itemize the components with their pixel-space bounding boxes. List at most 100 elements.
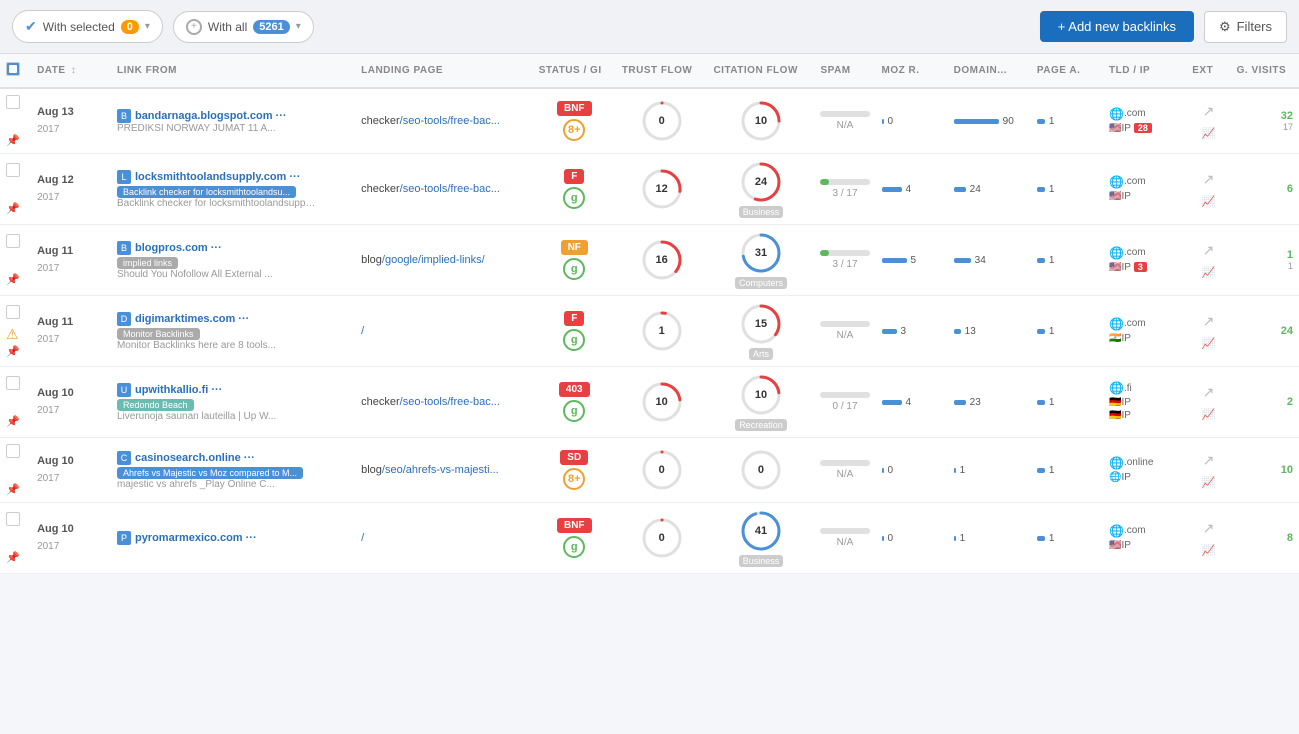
status-badge: F (564, 169, 584, 184)
external-link-icon[interactable]: ↗ (1203, 520, 1215, 536)
tld-ip-cell: 🌐 .com 🇺🇸 IP 28 (1103, 88, 1186, 154)
table-row: 📌 Aug 11 2017 B blogpros.com ··· implied… (0, 225, 1299, 296)
external-link-icon[interactable]: ↗ (1203, 171, 1215, 187)
link-domain[interactable]: locksmithtoolandsupply.com ··· (135, 171, 300, 183)
row-checkbox[interactable] (6, 163, 20, 177)
link-domain[interactable]: pyromarmexico.com ··· (135, 532, 257, 544)
visits-sub-value: 1 (1237, 261, 1293, 271)
row-checkbox[interactable] (6, 234, 20, 248)
ip-label: IP (1121, 191, 1130, 202)
external-link-icon[interactable]: ↗ (1203, 242, 1215, 258)
col-header-spam: SPAM (814, 54, 875, 88)
chart-icon: 📈 (1202, 267, 1216, 279)
citation-flow-cell: 15 Arts (707, 296, 814, 367)
link-domain[interactable]: casinosearch.online ··· (135, 452, 255, 464)
link-tag: Ahrefs vs Majestic vs Moz compared to M.… (117, 467, 303, 479)
citation-flow-cell: 24 Business (707, 154, 814, 225)
row-checkbox[interactable] (6, 376, 20, 390)
landing-prefix: checker (361, 183, 400, 195)
chart-icon: 📈 (1202, 477, 1216, 489)
with-selected-button[interactable]: ✔ With selected 0 ▾ (12, 10, 163, 43)
link-from-cell: B blogpros.com ··· implied links Should … (111, 225, 355, 296)
citation-flow-value: 31 (755, 247, 767, 259)
row-checkbox[interactable] (6, 444, 20, 458)
trust-flow-value: 10 (656, 396, 668, 408)
row-checkbox-cell: 📌 (0, 367, 31, 438)
link-anchor: Backlink checker for locksmithtoolandsup… (117, 198, 317, 209)
external-link-icon[interactable]: ↗ (1203, 384, 1215, 400)
google-index-icon: g (563, 536, 585, 558)
link-domain[interactable]: digimarktimes.com ··· (135, 313, 249, 325)
sliders-icon: ⚙ (1219, 19, 1231, 35)
status-badge: SD (560, 450, 588, 465)
ext-cell: ↗ 📈 (1186, 296, 1230, 367)
link-anchor: Should You Nofollow All External ... (117, 269, 317, 280)
add-backlinks-button[interactable]: + Add new backlinks (1040, 11, 1194, 42)
chevron-down-icon: ▾ (296, 21, 301, 32)
spam-value: N/A (820, 330, 869, 341)
flag-icon: 🇺🇸 (1109, 123, 1121, 134)
landing-page-cell: / (355, 296, 533, 367)
row-checkbox[interactable] (6, 95, 20, 109)
citation-flow-value: 24 (755, 176, 767, 188)
col-header-date[interactable]: DATE ↕ (31, 54, 111, 88)
citation-flow-cell: 10 (707, 88, 814, 154)
col-header-landing: LANDING PAGE (355, 54, 533, 88)
site-favicon: B (117, 109, 131, 123)
domain-authority-cell: 1 (948, 503, 1031, 574)
link-anchor: majestic vs ahrefs _Play Online C... (117, 479, 317, 490)
link-domain[interactable]: bandarnaga.blogspot.com ··· (135, 110, 287, 122)
table-row: 📌 Aug 10 2017 P pyromarmexico.com ··· / … (0, 503, 1299, 574)
ip-count-badge: 3 (1134, 262, 1147, 272)
spam-value: N/A (820, 120, 869, 131)
ip-label: IP (1121, 397, 1130, 408)
ext-cell: ↗ 📈 (1186, 438, 1230, 503)
filters-label: Filters (1237, 19, 1272, 34)
google-index-icon: g (563, 400, 585, 422)
external-link-icon[interactable]: ↗ (1203, 313, 1215, 329)
tld-ip-cell: 🌐 .com 🇺🇸 IP (1103, 503, 1186, 574)
spam-cell: N/A (814, 438, 875, 503)
landing-path[interactable]: /seo/ahrefs-vs-majesti... (382, 464, 499, 476)
row-checkbox[interactable] (6, 512, 20, 526)
landing-page-cell: checker/seo-tools/free-bac... (355, 367, 533, 438)
landing-path[interactable]: /seo-tools/free-bac... (400, 396, 500, 408)
domain-authority-cell: 90 (948, 88, 1031, 154)
row-checkbox[interactable] (6, 305, 20, 319)
ip-count-badge: 28 (1134, 123, 1152, 133)
pin-icon: 📌 (6, 274, 20, 286)
landing-page-cell: blog/google/implied-links/ (355, 225, 533, 296)
status-badge: F (564, 311, 584, 326)
landing-path[interactable]: /seo-tools/free-bac... (400, 115, 500, 127)
landing-path[interactable]: / (361, 325, 364, 337)
tld-value: .com (1124, 318, 1146, 329)
trust-flow-value: 0 (659, 532, 665, 544)
page-authority-cell: 1 (1031, 225, 1103, 296)
landing-path[interactable]: / (361, 532, 364, 544)
domain-authority-cell: 34 (948, 225, 1031, 296)
page-authority-cell: 1 (1031, 88, 1103, 154)
link-anchor: Monitor Backlinks here are 8 tools... (117, 340, 317, 351)
link-domain[interactable]: upwithkallio.fi ··· (135, 384, 222, 396)
date-cell: Aug 12 2017 (31, 154, 111, 225)
select-all-checkbox[interactable] (6, 62, 20, 76)
row-checkbox-cell: 📌 (0, 88, 31, 154)
landing-path[interactable]: /seo-tools/free-bac... (400, 183, 500, 195)
visits-value: 24 (1237, 325, 1293, 337)
external-link-icon[interactable]: ↗ (1203, 452, 1215, 468)
link-domain[interactable]: blogpros.com ··· (135, 242, 222, 254)
table-row: 📌 Aug 10 2017 C casinosearch.online ··· … (0, 438, 1299, 503)
trust-flow-cell: 16 (616, 225, 708, 296)
citation-flow-cell: 41 Business (707, 503, 814, 574)
with-all-button[interactable]: + With all 5261 ▾ (173, 11, 314, 43)
table-row: ⚠ 📌 Aug 11 2017 D digimarktimes.com ··· … (0, 296, 1299, 367)
flag-icon-de: 🇩🇪 (1109, 410, 1121, 421)
filters-button[interactable]: ⚙ Filters (1204, 11, 1287, 43)
tld-ip-cell: 🌐 .com 🇺🇸 IP (1103, 154, 1186, 225)
landing-path[interactable]: /google/implied-links/ (382, 254, 485, 266)
external-link-icon[interactable]: ↗ (1203, 103, 1215, 119)
tld-ip-cell: 🌐 .com 🇺🇸 IP 3 (1103, 225, 1186, 296)
date-cell: Aug 10 2017 (31, 503, 111, 574)
with-selected-label: With selected (43, 20, 115, 34)
landing-page-cell: / (355, 503, 533, 574)
